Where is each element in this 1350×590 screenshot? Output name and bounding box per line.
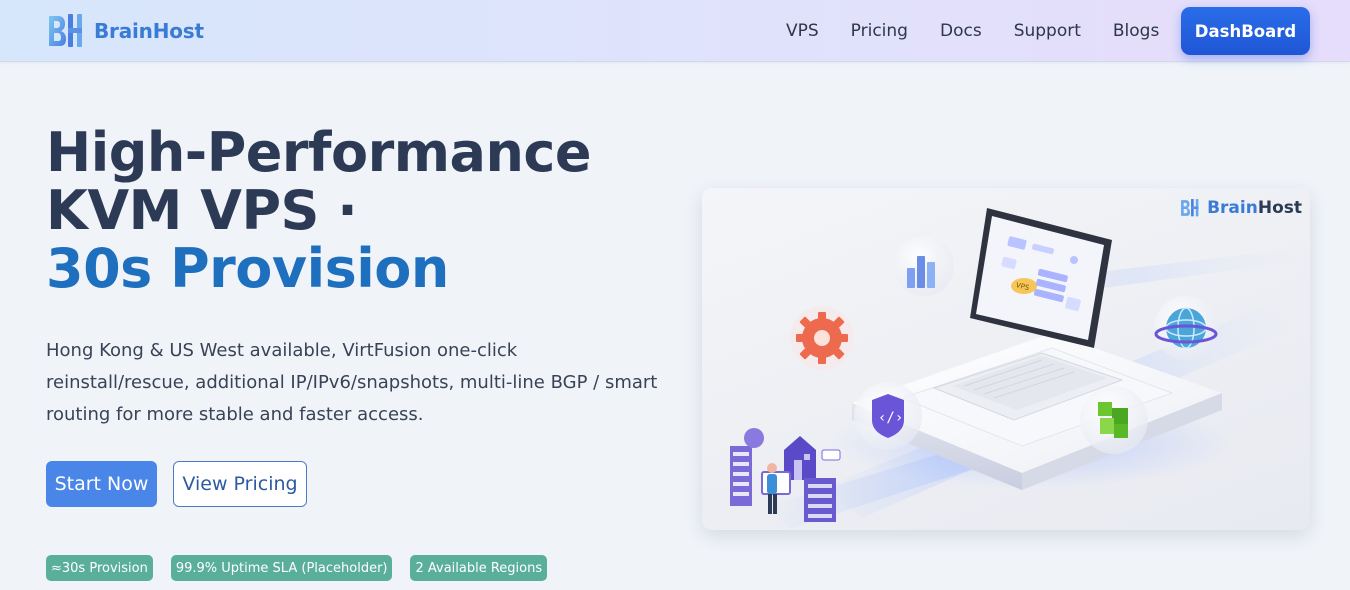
nav-link-blogs[interactable]: Blogs [1097,21,1175,41]
illustration-brand-name: BrainHost [1207,198,1302,218]
code-shield-bubble: ‹/› [854,382,922,450]
hero-title-line-2: KVM VPS · [46,179,358,242]
illustration-brand: BrainHost [1179,198,1302,218]
blocks-bubble [1080,386,1148,454]
globe-bubble [1154,296,1218,360]
gear-bubble [790,306,854,370]
feature-badges: ≈30s Provision 99.9% Uptime SLA (Placeho… [46,555,548,581]
svg-text:‹/›: ‹/› [878,410,903,426]
hero-illustration: VPS ‹/› BrainHost [702,188,1310,530]
badge-regions: 2 Available Regions [410,555,548,581]
view-pricing-button[interactable]: View Pricing [173,461,307,507]
hero-title: High-Performance KVM VPS · 30s Provision [46,121,592,300]
illustration-scene: VPS ‹/› [730,208,1307,528]
nav-link-pricing[interactable]: Pricing [835,21,924,41]
nav-link-docs[interactable]: Docs [924,21,998,41]
dashboard-button[interactable]: DashBoard [1181,7,1310,55]
illustration-brand-suffix: Host [1257,198,1302,218]
nav-link-support[interactable]: Support [998,21,1097,41]
brand-name: BrainHost [94,19,204,43]
hero-description: Hong Kong & US West available, VirtFusio… [46,340,658,425]
top-navbar: BrainHost VPS Pricing Docs Support Blogs… [0,0,1350,62]
main-nav: VPS Pricing Docs Support Blogs [770,0,1175,62]
nav-link-vps[interactable]: VPS [770,21,835,41]
badge-provision: ≈30s Provision [46,555,153,581]
brainhost-small-logo-icon [1181,199,1199,217]
bar-chart-bubble [894,236,954,296]
hero-title-line-3: 30s Provision [46,237,449,300]
brainhost-logo-icon [49,14,82,47]
hero-title-line-1: High-Performance [46,121,592,184]
badge-uptime: 99.9% Uptime SLA (Placeholder) [170,555,393,581]
illustration-brand-prefix: Brain [1207,198,1258,218]
brand-logo-link[interactable]: BrainHost [46,12,204,50]
start-now-button[interactable]: Start Now [46,461,157,507]
